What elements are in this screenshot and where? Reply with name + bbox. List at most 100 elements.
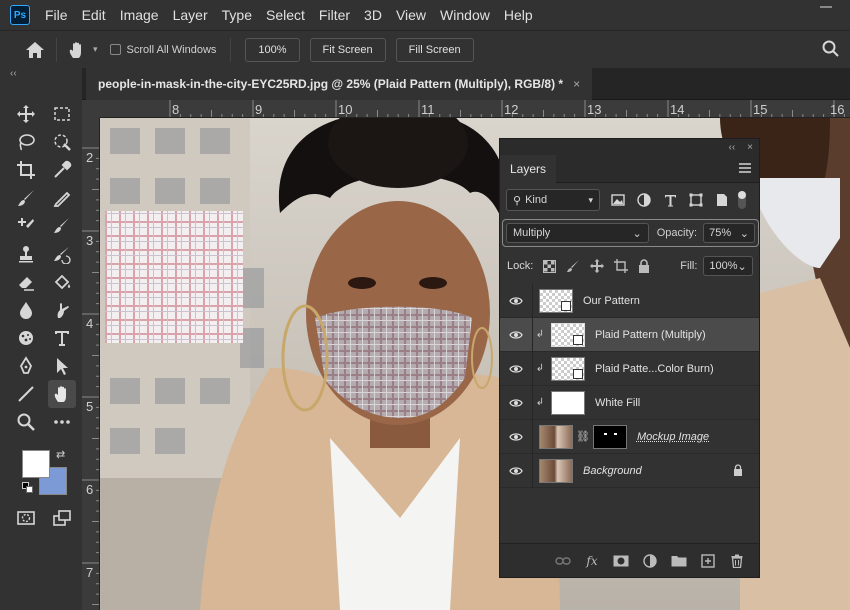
minimize-icon[interactable] bbox=[820, 6, 832, 8]
layer-name[interactable]: Mockup Image bbox=[637, 431, 709, 443]
preset-dropdown-icon[interactable]: ▾ bbox=[93, 44, 98, 55]
chevron-down-icon[interactable]: ⌄ bbox=[738, 260, 747, 273]
layer-name[interactable]: Our Pattern bbox=[583, 295, 640, 307]
fit-screen-button[interactable]: Fit Screen bbox=[309, 37, 386, 62]
lock-position-icon[interactable] bbox=[590, 259, 605, 273]
menu-file[interactable]: File bbox=[38, 7, 75, 23]
brush-tool-icon[interactable] bbox=[12, 184, 40, 212]
layer-thumbnail[interactable] bbox=[539, 424, 573, 449]
layer-name[interactable]: Background bbox=[583, 465, 642, 477]
menu-help[interactable]: Help bbox=[497, 7, 540, 23]
art-history-brush-icon[interactable] bbox=[48, 240, 76, 268]
zoom-tool-icon[interactable] bbox=[12, 408, 40, 436]
lock-artboard-icon[interactable] bbox=[614, 259, 629, 273]
new-layer-icon[interactable] bbox=[700, 553, 716, 569]
lasso-tool-icon[interactable] bbox=[12, 128, 40, 156]
swap-colors-icon[interactable]: ⇄ bbox=[56, 448, 65, 461]
layer-thumbnail[interactable] bbox=[539, 288, 573, 313]
visibility-eye-icon[interactable] bbox=[500, 398, 532, 408]
eraser-tool-icon[interactable] bbox=[12, 268, 40, 296]
visibility-eye-icon[interactable] bbox=[500, 432, 532, 442]
search-icon[interactable] bbox=[822, 40, 840, 61]
more-tools-icon[interactable] bbox=[48, 408, 76, 436]
visibility-eye-icon[interactable] bbox=[500, 466, 532, 476]
foreground-color-swatch[interactable] bbox=[22, 450, 50, 478]
menu-edit[interactable]: Edit bbox=[75, 7, 113, 23]
layer-mask-thumbnail[interactable] bbox=[592, 424, 627, 449]
crop-tool-icon[interactable] bbox=[12, 156, 40, 184]
layer-row[interactable]: ⛓ Mockup Image bbox=[500, 419, 759, 454]
stamp-tool-icon[interactable] bbox=[12, 240, 40, 268]
menu-layer[interactable]: Layer bbox=[166, 7, 215, 23]
adjustment-layer-icon[interactable] bbox=[642, 553, 658, 569]
quick-selection-tool-icon[interactable] bbox=[48, 128, 76, 156]
pencil-tool-icon[interactable] bbox=[48, 184, 76, 212]
filter-type-icon[interactable] bbox=[662, 192, 678, 208]
filter-shape-icon[interactable] bbox=[688, 192, 704, 208]
filter-toggle[interactable] bbox=[738, 191, 746, 209]
visibility-eye-icon[interactable] bbox=[500, 330, 532, 340]
history-brush-tool-icon[interactable] bbox=[48, 212, 76, 240]
close-panel-icon[interactable]: × bbox=[747, 142, 753, 153]
ruler-horizontal[interactable]: 8 9 10 11 12 13 14 15 16 bbox=[100, 100, 850, 118]
layer-thumbnail[interactable] bbox=[551, 356, 585, 381]
layer-row[interactable]: ↲ White Fill bbox=[500, 385, 759, 420]
layer-thumbnail[interactable] bbox=[551, 322, 585, 347]
hand-tool-icon[interactable] bbox=[48, 380, 76, 408]
ruler-vertical[interactable]: 2 3 4 5 6 7 bbox=[82, 118, 100, 610]
layer-thumbnail[interactable] bbox=[551, 390, 585, 415]
menu-window[interactable]: Window bbox=[433, 7, 497, 23]
filter-adjustment-icon[interactable] bbox=[636, 192, 652, 208]
lock-all-icon[interactable] bbox=[638, 259, 650, 273]
layer-name[interactable]: Plaid Patte...Color Burn) bbox=[595, 363, 714, 375]
tab-layers[interactable]: Layers bbox=[500, 154, 557, 183]
filter-pixel-icon[interactable] bbox=[610, 192, 626, 208]
pen-tool-icon[interactable] bbox=[12, 352, 40, 380]
visibility-eye-icon[interactable] bbox=[500, 364, 532, 374]
layer-thumbnail[interactable] bbox=[539, 458, 573, 483]
toolbar-collapse[interactable]: ‹‹ bbox=[0, 68, 82, 86]
fill-field[interactable]: 100% ⌄ bbox=[703, 256, 753, 276]
collapse-panel-icon[interactable]: ‹‹ bbox=[728, 142, 735, 153]
lock-transparent-pixels-icon[interactable] bbox=[543, 259, 557, 273]
default-colors-icon[interactable] bbox=[22, 482, 34, 494]
smudge-tool-icon[interactable] bbox=[48, 296, 76, 324]
layer-row[interactable]: Background bbox=[500, 453, 759, 488]
layer-name[interactable]: White Fill bbox=[595, 397, 640, 409]
menu-select[interactable]: Select bbox=[259, 7, 312, 23]
menu-3d[interactable]: 3D bbox=[357, 7, 389, 23]
menu-filter[interactable]: Filter bbox=[312, 7, 357, 23]
new-group-folder-icon[interactable] bbox=[671, 553, 687, 569]
line-tool-icon[interactable] bbox=[12, 380, 40, 408]
filter-smart-object-icon[interactable] bbox=[714, 192, 730, 208]
blur-tool-icon[interactable] bbox=[12, 296, 40, 324]
layer-style-fx-icon[interactable]: fx bbox=[584, 553, 600, 569]
eyedropper-tool-icon[interactable] bbox=[48, 156, 76, 184]
hand-tool-preset-icon[interactable] bbox=[67, 40, 93, 60]
close-tab-icon[interactable]: × bbox=[573, 77, 580, 91]
mask-link-icon[interactable]: ⛓ bbox=[576, 430, 590, 443]
add-mask-icon[interactable] bbox=[613, 553, 629, 569]
delete-layer-trash-icon[interactable] bbox=[729, 553, 745, 569]
panel-menu-icon[interactable] bbox=[739, 163, 751, 173]
type-tool-icon[interactable] bbox=[48, 324, 76, 352]
fill-screen-button[interactable]: Fill Screen bbox=[395, 37, 474, 62]
screen-mode-icon[interactable] bbox=[48, 504, 76, 532]
filter-kind-dropdown[interactable]: ⚲ Kind ▾ bbox=[506, 189, 600, 211]
visibility-eye-icon[interactable] bbox=[500, 296, 532, 306]
move-tool-icon[interactable] bbox=[12, 100, 40, 128]
scroll-all-windows-checkbox[interactable] bbox=[109, 44, 121, 55]
menu-image[interactable]: Image bbox=[113, 7, 166, 23]
marquee-tool-icon[interactable] bbox=[48, 100, 76, 128]
layer-row[interactable]: ↲ Plaid Patte...Color Burn) bbox=[500, 351, 759, 386]
sponge-tool-icon[interactable] bbox=[12, 324, 40, 352]
layer-row[interactable]: ↲ Plaid Pattern (Multiply) bbox=[500, 317, 759, 352]
link-layers-icon[interactable] bbox=[555, 553, 571, 569]
layer-name[interactable]: Plaid Pattern (Multiply) bbox=[595, 329, 706, 341]
clone-stamp-tool-icon[interactable] bbox=[12, 212, 40, 240]
menu-view[interactable]: View bbox=[389, 7, 433, 23]
document-tab[interactable]: people-in-mask-in-the-city-EYC25RD.jpg @… bbox=[86, 68, 593, 100]
path-selection-tool-icon[interactable] bbox=[48, 352, 76, 380]
lock-image-pixels-icon[interactable] bbox=[566, 259, 580, 273]
blend-mode-dropdown[interactable]: Multiply ⌄ bbox=[506, 223, 649, 243]
